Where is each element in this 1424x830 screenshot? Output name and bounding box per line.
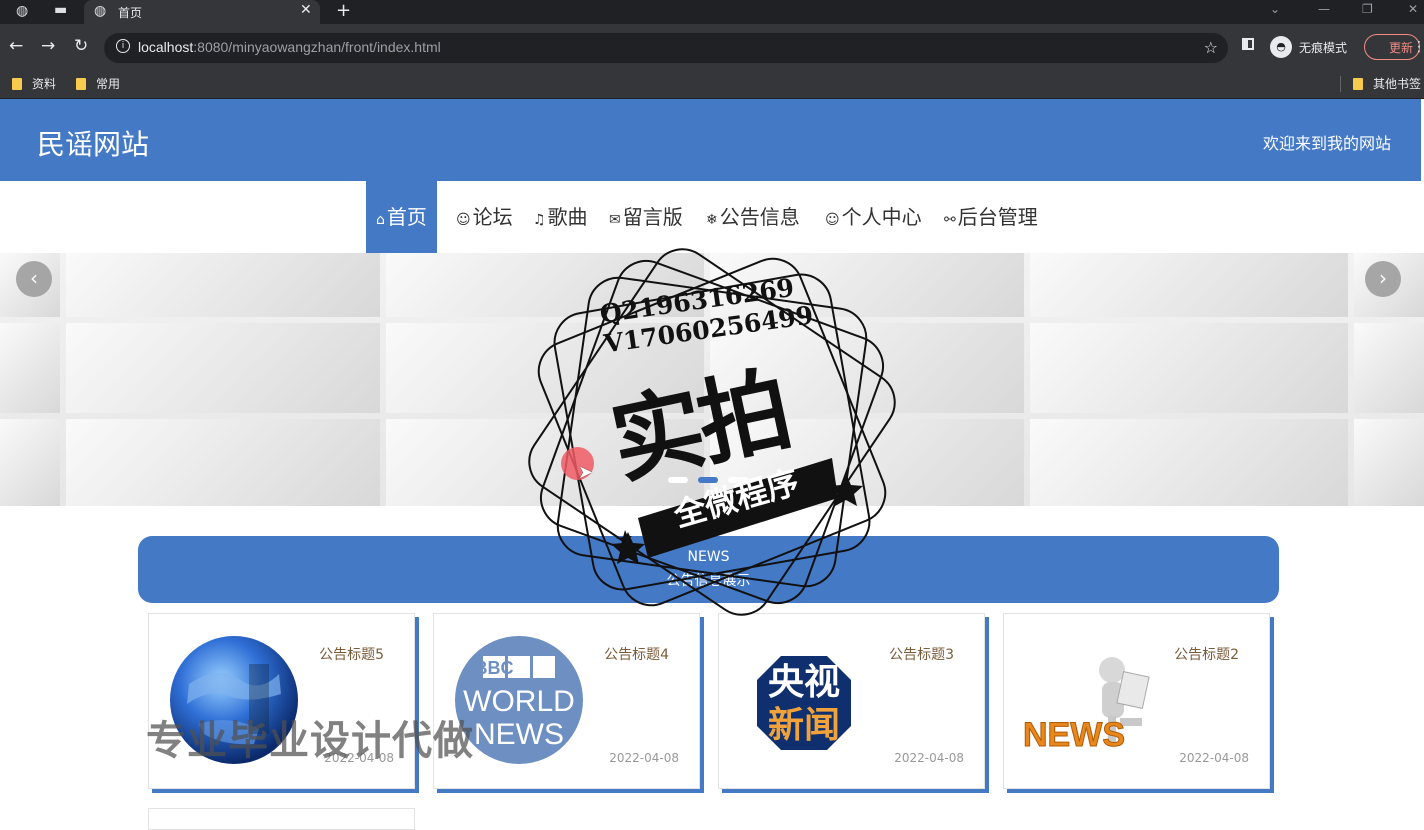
minimize-icon[interactable]: — — [1318, 2, 1330, 16]
news-card[interactable] — [148, 808, 415, 830]
incognito-label: 无痕模式 — [1299, 41, 1348, 55]
incognito-icon: ◓ — [1270, 36, 1292, 58]
link-icon: ⚯ — [944, 212, 956, 228]
bookmark-folder-changyong[interactable]: 常用 — [76, 75, 120, 92]
banner-tile — [1354, 419, 1424, 506]
banner-tile — [0, 419, 60, 506]
forward-arrow-icon[interactable]: → — [41, 36, 55, 56]
banner-tile — [1030, 419, 1348, 506]
forum-icon: ☺ — [456, 212, 471, 228]
tab-favicon-icon: ◍ — [94, 3, 107, 19]
close-window-icon[interactable]: ✕ — [1408, 2, 1418, 16]
site-welcome-text: 欢迎来到我的网站 — [1262, 134, 1391, 153]
bbc-logo-b1: BBC — [475, 658, 514, 678]
address-bar[interactable]: i localhost:8080/minyaowangzhan/front/in… — [104, 33, 1228, 63]
banner-tile — [1030, 323, 1348, 413]
bookmarks-divider — [1340, 76, 1341, 92]
news-card[interactable]: NEWS 公告标题2 2022-04-08 — [1003, 613, 1270, 789]
bbc-logo-world: WORLD — [463, 685, 575, 718]
banner-tile — [66, 419, 380, 506]
site-title[interactable]: 民谣网站 — [37, 123, 149, 163]
banner-tile — [1354, 323, 1424, 413]
other-bookmarks[interactable]: 其他书签 — [1353, 75, 1421, 92]
browser-tab-bar: ◍ ▬ ◍ 首页 ✕ + ⌄ — ❐ ✕ — [0, 0, 1424, 26]
side-panel-icon[interactable] — [1242, 38, 1254, 50]
cctv-logo-line2: 新闻 — [768, 705, 840, 746]
cctv-news-logo: 央视 新闻 — [757, 656, 851, 750]
banner-tile — [1030, 253, 1348, 317]
back-arrow-icon[interactable]: ← — [9, 36, 23, 56]
tab-search-icon[interactable]: ⌄ — [1270, 2, 1280, 16]
news-figure-text: NEWS — [1024, 716, 1125, 754]
bookmark-folder-ziliao[interactable]: 资料 — [12, 75, 56, 92]
incognito-indicator[interactable]: ◓ 无痕模式 — [1268, 34, 1356, 60]
reload-icon[interactable]: ↻ — [74, 36, 88, 56]
card-title[interactable]: 公告标题5 — [319, 644, 384, 664]
card-date: 2022-04-08 — [894, 751, 964, 765]
info-icon[interactable]: i — [116, 39, 130, 53]
banner-tile — [66, 253, 380, 317]
mouse-cursor-icon: ➤ — [578, 462, 594, 483]
news-card[interactable]: 央视 新闻 公告标题3 2022-04-08 — [718, 613, 985, 789]
nav-forum[interactable]: ☺ 论坛 — [456, 181, 513, 253]
site-header: 民谣网站 欢迎来到我的网站 — [0, 99, 1421, 181]
close-tab-icon[interactable]: ✕ — [300, 2, 312, 18]
user-icon: ☺ — [825, 212, 840, 228]
folder-icon — [76, 78, 86, 90]
watermark-text: 专业毕业设计代做 — [146, 718, 474, 764]
card-title[interactable]: 公告标题4 — [604, 644, 669, 664]
card-title[interactable]: 公告标题2 — [1174, 644, 1239, 664]
bookmark-star-icon[interactable]: ☆ — [1204, 38, 1218, 57]
nav-home[interactable]: ⌂ 首页 — [366, 181, 437, 253]
menu-kebab-icon[interactable]: ⋮ — [1412, 39, 1424, 55]
home-icon: ⌂ — [376, 212, 385, 228]
news-figure-image: NEWS — [1024, 657, 1150, 755]
nav-admin[interactable]: ⚯ 后台管理 — [944, 181, 1038, 253]
snowflake-icon: ❄ — [706, 212, 718, 228]
folder-icon — [12, 78, 22, 90]
music-icon: ♫ — [533, 212, 546, 228]
restore-icon[interactable]: ❐ — [1362, 2, 1373, 16]
card-date: 2022-04-08 — [1179, 751, 1249, 765]
url-text[interactable]: localhost:8080/minyaowangzhan/front/inde… — [138, 39, 441, 55]
card-title[interactable]: 公告标题3 — [889, 644, 954, 664]
bookmarks-bar: 资料 常用 其他书签 — [0, 70, 1424, 99]
card-date: 2022-04-08 — [609, 751, 679, 765]
banner-tile — [66, 323, 380, 413]
bbc-logo-news: NEWS — [474, 718, 564, 751]
cctv-logo-line1: 央视 — [768, 662, 840, 703]
banner-tile — [0, 323, 60, 413]
carousel-next-button[interactable]: › — [1365, 261, 1401, 297]
browser-toolbar: ← → ↻ i localhost:8080/minyaowangzhan/fr… — [0, 24, 1424, 70]
folder-icon — [1353, 78, 1363, 90]
tab-title: 首页 — [118, 6, 143, 20]
tab-group-icon[interactable]: ▬ — [54, 2, 67, 18]
carousel-prev-button[interactable]: ‹ — [16, 261, 52, 297]
globe-icon[interactable]: ◍ — [16, 3, 28, 19]
mail-icon: ✉ — [609, 212, 621, 228]
new-tab-button[interactable]: + — [336, 0, 351, 21]
